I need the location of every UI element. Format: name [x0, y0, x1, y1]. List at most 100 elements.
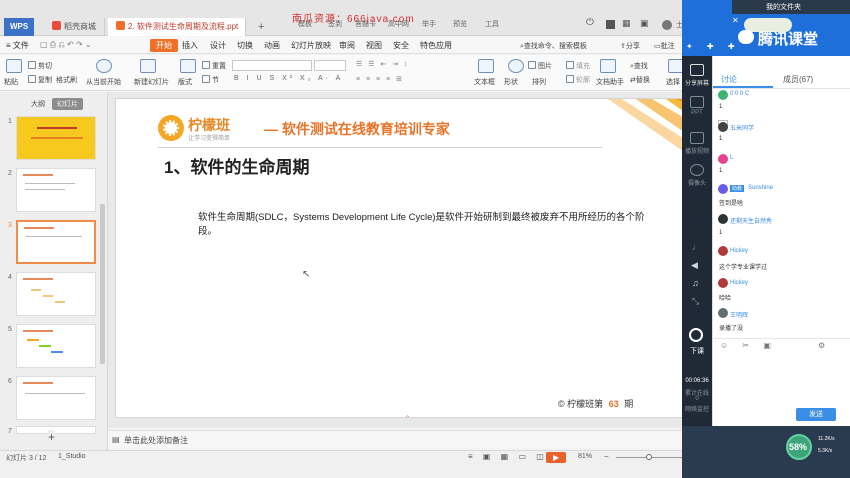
textbox-button[interactable]: 文本框	[474, 77, 495, 87]
mic-icon[interactable]: ♩	[692, 242, 701, 252]
account-icon[interactable]	[606, 20, 615, 29]
fill-button[interactable]: 填充	[566, 61, 590, 71]
send-button[interactable]: 发送	[796, 408, 836, 421]
share-button[interactable]: ⇪分享	[620, 41, 640, 51]
menu-animations[interactable]: 动画	[264, 40, 280, 51]
new-slide-button[interactable]: 新建幻灯片	[134, 77, 169, 87]
new-slide-icon[interactable]	[140, 59, 156, 73]
end-class-label[interactable]: 下课	[683, 346, 711, 356]
shape-button[interactable]: 形状	[504, 77, 518, 87]
shape-icon[interactable]	[508, 59, 524, 73]
menu-transitions[interactable]: 切换	[237, 40, 253, 51]
alignment-buttons[interactable]: ≡ ≡ ≡ ≡ ⊞	[356, 75, 404, 83]
select-button[interactable]: 选择	[666, 77, 680, 87]
menu-file[interactable]: ≡ 文件	[6, 40, 29, 51]
current-slide[interactable]: 柠檬班 让学习变得简单 — 软件测试在线教育培训专家 1、软件的生命周期 软件生…	[115, 98, 699, 418]
arrange-button[interactable]: 排列	[532, 77, 546, 87]
grid-icon[interactable]: ▦	[622, 18, 631, 29]
slide-thumbnail-5[interactable]	[16, 324, 96, 368]
zoom-slider[interactable]	[616, 454, 686, 460]
new-tab-button[interactable]: +	[250, 18, 272, 36]
layout-icon[interactable]	[180, 59, 196, 73]
textbox-icon[interactable]	[478, 59, 494, 73]
doc-helper-icon[interactable]	[600, 59, 616, 73]
slide-footer: © 柠檬班第 63 期	[558, 399, 634, 409]
zoom-slider-thumb[interactable]	[646, 454, 652, 460]
from-current-button[interactable]: 从当前开始	[86, 77, 121, 87]
slide-thumbnail-4[interactable]	[16, 272, 96, 316]
camera-icon[interactable]	[690, 164, 704, 176]
play-slideshow-button[interactable]: ▶	[546, 452, 566, 463]
menu-view[interactable]: 视图	[366, 40, 382, 51]
menu-security[interactable]: 安全	[393, 40, 409, 51]
view-mode-buttons[interactable]: ≡ ▣ ▦ ▭ ◫	[468, 452, 548, 461]
font-name-select[interactable]	[232, 60, 312, 71]
top-menu-preview[interactable]: 预览	[453, 19, 467, 29]
slide-thumbnail-3-selected[interactable]	[16, 220, 96, 264]
section-button[interactable]: 节	[202, 75, 219, 85]
outline-button[interactable]: 轮廓	[566, 75, 590, 85]
end-class-icon[interactable]	[689, 328, 703, 342]
ppt-icon[interactable]	[690, 96, 704, 108]
power-icon[interactable]: ⏻	[586, 17, 594, 28]
picture-button[interactable]: 图片	[528, 61, 552, 71]
thumb-number: 5	[8, 326, 12, 333]
menu-special[interactable]: 特色应用	[420, 40, 452, 51]
menu-home[interactable]: 开始	[150, 39, 178, 52]
slide-thumbnail-1[interactable]	[16, 116, 96, 160]
close-icon[interactable]: ✕	[732, 16, 739, 25]
top-menu-tools[interactable]: 工具	[485, 19, 499, 29]
format-painter-button[interactable]: 格式刷	[56, 75, 77, 85]
menu-review[interactable]: 审阅	[339, 40, 355, 51]
chat-tool-icons[interactable]: ☺ ✂ ▣	[720, 341, 777, 350]
paste-icon[interactable]	[6, 59, 22, 73]
notes-area[interactable]: ▤ 单击此处添加备注	[108, 430, 716, 448]
quick-access-icons[interactable]: ▢ ⎙ ⎌ ↶ ↷ ⌄	[40, 40, 92, 50]
play-from-current-icon[interactable]	[96, 59, 112, 73]
replace-button[interactable]: ⇄替换	[630, 75, 650, 85]
tab-members[interactable]: 成员(67)	[783, 74, 813, 85]
cut-button[interactable]: 剪切	[28, 61, 52, 71]
tab-current-document[interactable]: 2. 软件测试生命周期及流程.ppt	[108, 18, 246, 36]
menu-design[interactable]: 设计	[210, 40, 226, 51]
menu-insert[interactable]: 插入	[182, 40, 198, 51]
screen-share-icon[interactable]	[690, 64, 704, 76]
doc-helper-button[interactable]: 文档助手	[596, 77, 624, 87]
chat-message: 1	[719, 136, 723, 142]
font-size-select[interactable]	[314, 60, 346, 71]
video-icon[interactable]	[690, 132, 704, 144]
find-button[interactable]: ⌕查找	[630, 61, 648, 71]
font-style-buttons[interactable]: B I U S X² X₂ A· A	[234, 75, 343, 82]
menu-slideshow[interactable]: 幻灯片放映	[291, 40, 331, 51]
chat-input[interactable]	[716, 354, 846, 404]
top-menu-checkin[interactable]: 签到	[328, 19, 342, 29]
header-tool-icons[interactable]: ✦ ✚ ✚	[686, 42, 741, 51]
music-icon[interactable]: ♫	[692, 278, 699, 288]
settings-icon[interactable]: ⚙	[818, 341, 825, 350]
command-search[interactable]: ⌕查找命令、搜索模板	[520, 41, 587, 51]
slide-thumbnail-7[interactable]	[16, 426, 96, 434]
top-menu-template[interactable]: 模板	[298, 19, 312, 29]
comment-button[interactable]: ▭批注	[654, 41, 675, 51]
tab-discussion[interactable]: 讨论	[721, 74, 737, 85]
top-menu-answer-card[interactable]: 答题卡	[355, 19, 376, 29]
tab-docer-store[interactable]: 稻壳商城	[44, 18, 105, 36]
tab-outline[interactable]: 大纲	[26, 98, 50, 110]
tab-slides[interactable]: 幻灯片	[52, 98, 83, 110]
paragraph-buttons[interactable]: ☰ ☰ ⇤ ⇥ ↕	[356, 60, 410, 68]
top-menu-raise-hand[interactable]: 举手	[422, 19, 436, 29]
slide-thumbnail-2[interactable]	[16, 168, 96, 212]
wps-home-tab[interactable]: WPS	[4, 18, 35, 36]
reset-button[interactable]: 重置	[202, 61, 226, 71]
slide-thumbnail-6[interactable]	[16, 376, 96, 420]
add-slide-button[interactable]: +	[48, 430, 56, 444]
zoom-out-button[interactable]: −	[604, 452, 609, 461]
copy-button[interactable]: 复制	[28, 75, 52, 85]
top-menu-highschool[interactable]: 高中网	[388, 19, 409, 29]
window-icon[interactable]: ▣	[640, 18, 649, 29]
layout-button[interactable]: 版式	[178, 77, 192, 87]
user-avatar[interactable]	[662, 20, 672, 30]
thumbnail-scrollbar[interactable]	[100, 204, 105, 364]
speaker-icon[interactable]: ◀	[691, 260, 698, 271]
expand-icon[interactable]: ⤡	[692, 296, 699, 307]
